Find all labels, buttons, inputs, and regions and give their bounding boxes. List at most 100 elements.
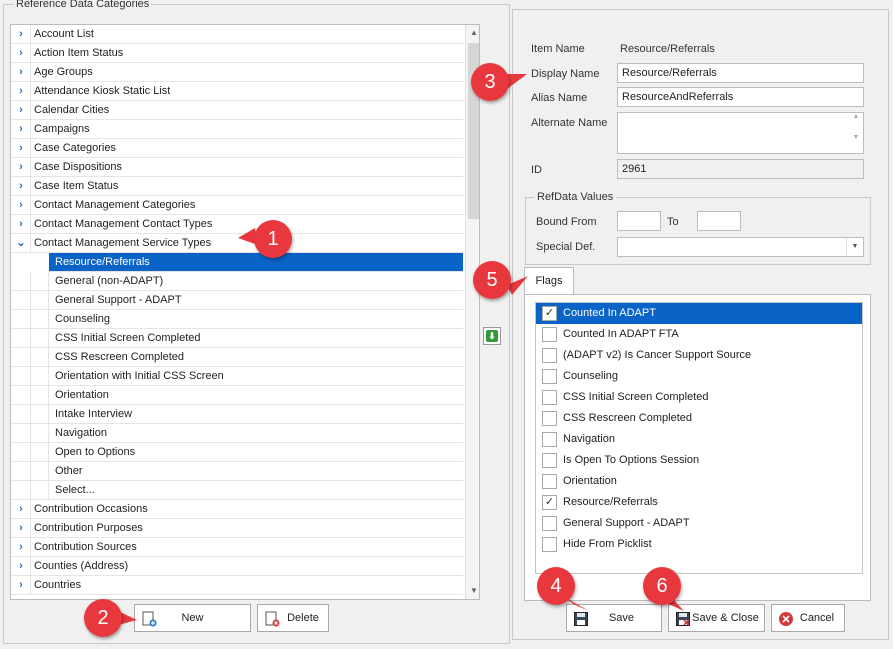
tree-item[interactable]: ⌄ Contact Management Service Types <box>11 234 463 253</box>
tree-item[interactable]: › Contact Management Contact Types <box>11 215 463 234</box>
chevron-right-icon[interactable]: › <box>13 576 29 595</box>
tree-child-item[interactable]: Navigation <box>11 424 463 443</box>
chevron-right-icon[interactable]: › <box>13 139 29 158</box>
tree-item[interactable]: › Countries <box>11 576 463 595</box>
tree-item[interactable]: › Contact Management Categories <box>11 196 463 215</box>
tree-child-item[interactable]: Select... <box>11 481 463 500</box>
tree-child-item[interactable]: Counseling <box>11 310 463 329</box>
tree-child-item[interactable]: CSS Initial Screen Completed <box>11 329 463 348</box>
checkbox-checked-icon[interactable]: ✓ <box>542 306 557 321</box>
tree-guide-line <box>48 367 49 385</box>
tree-guide-line <box>30 538 31 556</box>
scroll-down-icon[interactable]: ▼ <box>466 583 479 599</box>
category-tree[interactable]: › Account List › Action Item Status › Age Gro… <box>10 24 480 600</box>
chevron-right-icon[interactable]: › <box>13 215 29 234</box>
tree-item[interactable]: › Contribution Purposes <box>11 519 463 538</box>
tree-item[interactable]: › Account List <box>11 25 463 44</box>
flag-item[interactable]: Is Open To Options Session <box>536 450 862 471</box>
checkbox-icon[interactable] <box>542 474 557 489</box>
flag-item[interactable]: General Support - ADAPT <box>536 513 862 534</box>
tree-child-item[interactable]: Open to Options <box>11 443 463 462</box>
checkbox-icon[interactable] <box>542 453 557 468</box>
tree-child-item[interactable]: General Support - ADAPT <box>11 291 463 310</box>
alternate-name-field[interactable] <box>617 112 864 154</box>
flag-item[interactable]: ✓ Counted In ADAPT <box>536 303 862 324</box>
tree-item[interactable]: › Attendance Kiosk Static List <box>11 82 463 101</box>
tree-child-item[interactable]: CSS Rescreen Completed <box>11 348 463 367</box>
chevron-right-icon[interactable]: › <box>13 519 29 538</box>
tree-child-item[interactable]: General (non-ADAPT) <box>11 272 463 291</box>
checkbox-icon[interactable] <box>542 432 557 447</box>
tree-item[interactable]: › Contribution Sources <box>11 538 463 557</box>
new-button[interactable]: New <box>134 604 251 632</box>
checkbox-icon[interactable] <box>542 369 557 384</box>
tree-item-label: Calendar Cities <box>34 104 110 116</box>
special-def-dropdown[interactable] <box>617 237 864 257</box>
save-close-button[interactable]: Save & Close <box>668 604 765 632</box>
tree-child-item[interactable]: Orientation with Initial CSS Screen <box>11 367 463 386</box>
flags-list[interactable]: ✓ Counted In ADAPT Counted In ADAPT FTA (AD… <box>535 302 863 574</box>
flag-item[interactable]: Counted In ADAPT FTA <box>536 324 862 345</box>
tree-scrollbar[interactable]: ▲ ▼ <box>465 25 479 599</box>
tree-child-item[interactable]: Resource/Referrals <box>49 253 463 272</box>
tree-item[interactable]: › Campaigns <box>11 120 463 139</box>
checkbox-icon[interactable] <box>542 348 557 363</box>
chevron-right-icon[interactable]: › <box>13 101 29 120</box>
tab-flags[interactable]: Flags <box>524 267 574 295</box>
cancel-button[interactable]: Cancel <box>771 604 845 632</box>
tree-item-label: Case Dispositions <box>34 161 123 173</box>
flag-item[interactable]: ✓ Resource/Referrals <box>536 492 862 513</box>
flag-label: Hide From Picklist <box>563 538 652 550</box>
tree-child-item[interactable]: Intake Interview <box>11 405 463 424</box>
scroll-up-icon[interactable]: ▲ <box>466 25 479 41</box>
chevron-right-icon[interactable]: › <box>13 196 29 215</box>
chevron-right-icon[interactable]: › <box>13 120 29 139</box>
chevron-right-icon[interactable]: › <box>13 25 29 44</box>
chevron-right-icon[interactable]: › <box>13 177 29 196</box>
tree-child-item[interactable]: Orientation <box>11 386 463 405</box>
checkbox-checked-icon[interactable]: ✓ <box>542 495 557 510</box>
save-button[interactable]: Save <box>566 604 662 632</box>
flag-item[interactable]: Orientation <box>536 471 862 492</box>
chevron-right-icon[interactable]: › <box>13 538 29 557</box>
chevron-down-icon[interactable]: ▼ <box>846 238 863 256</box>
tree-item[interactable]: › Age Groups <box>11 63 463 82</box>
checkbox-icon[interactable] <box>542 516 557 531</box>
move-down-button[interactable]: ⬇ <box>483 327 501 345</box>
checkbox-icon[interactable] <box>542 537 557 552</box>
tree-item[interactable]: › Counties (Address) <box>11 557 463 576</box>
alias-name-field[interactable]: ResourceAndReferrals <box>617 87 864 107</box>
tree-child-item[interactable]: Other <box>11 462 463 481</box>
flag-item[interactable]: CSS Rescreen Completed <box>536 408 862 429</box>
tree-item[interactable]: › Action Item Status <box>11 44 463 63</box>
chevron-right-icon[interactable]: › <box>13 500 29 519</box>
chevron-right-icon[interactable]: › <box>13 557 29 576</box>
tree-item[interactable]: › Case Categories <box>11 139 463 158</box>
chevron-right-icon[interactable]: › <box>13 44 29 63</box>
checkbox-icon[interactable] <box>542 411 557 426</box>
tree-guide-line <box>30 25 31 43</box>
checkbox-icon[interactable] <box>542 390 557 405</box>
tree-item[interactable]: › Case Dispositions <box>11 158 463 177</box>
flag-item[interactable]: Hide From Picklist <box>536 534 862 555</box>
flag-item[interactable]: CSS Initial Screen Completed <box>536 387 862 408</box>
chevron-right-icon[interactable]: › <box>13 82 29 101</box>
flag-item[interactable]: Navigation <box>536 429 862 450</box>
chevron-down-icon[interactable]: ⌄ <box>13 234 29 253</box>
special-def-label: Special Def. <box>536 241 596 253</box>
chevron-right-icon[interactable]: › <box>13 158 29 177</box>
tree-item[interactable]: › Contribution Occasions <box>11 500 463 519</box>
flag-item[interactable]: (ADAPT v2) Is Cancer Support Source <box>536 345 862 366</box>
flag-item[interactable]: Counseling <box>536 366 862 387</box>
to-field[interactable] <box>697 211 741 231</box>
display-name-field[interactable]: Resource/Referrals <box>617 63 864 83</box>
chevron-right-icon[interactable]: › <box>13 63 29 82</box>
bound-from-field[interactable] <box>617 211 661 231</box>
delete-button[interactable]: Delete <box>257 604 329 632</box>
flag-label: (ADAPT v2) Is Cancer Support Source <box>563 349 752 361</box>
tree-item[interactable]: › Case Item Status <box>11 177 463 196</box>
tree-item-label: Campaigns <box>34 123 90 135</box>
tree-item[interactable]: › Calendar Cities <box>11 101 463 120</box>
alternate-name-scroll[interactable]: ▲ ▼ <box>849 113 863 153</box>
checkbox-icon[interactable] <box>542 327 557 342</box>
